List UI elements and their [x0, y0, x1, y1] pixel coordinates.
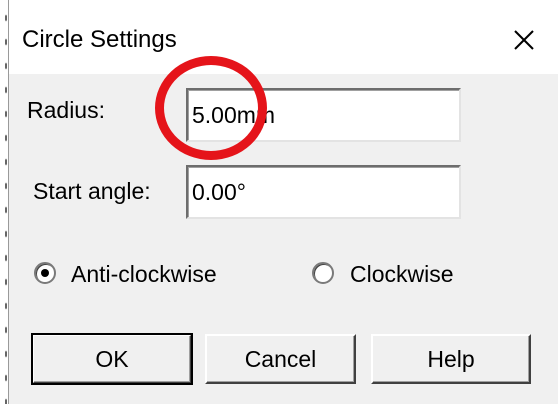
start-angle-label: Start angle: — [33, 178, 151, 204]
start-angle-input[interactable] — [186, 165, 461, 219]
close-icon — [514, 30, 534, 50]
clockwise-label: Clockwise — [350, 261, 454, 287]
background-window-edge — [0, 0, 8, 404]
ok-button[interactable]: OK — [31, 333, 193, 385]
circle-settings-dialog: Circle Settings Radius: Start angle: Ant… — [8, 0, 558, 404]
dialog-title: Circle Settings — [22, 26, 177, 53]
anti-clockwise-radio[interactable] — [34, 262, 56, 284]
title-bar: Circle Settings — [9, 0, 558, 74]
radius-label: Radius: — [27, 97, 105, 123]
cancel-button[interactable]: Cancel — [205, 334, 356, 384]
anti-clockwise-label: Anti-clockwise — [71, 261, 217, 287]
radius-input[interactable] — [186, 88, 461, 142]
close-button[interactable] — [502, 18, 546, 62]
clockwise-radio[interactable] — [312, 262, 334, 284]
help-button[interactable]: Help — [371, 334, 531, 384]
